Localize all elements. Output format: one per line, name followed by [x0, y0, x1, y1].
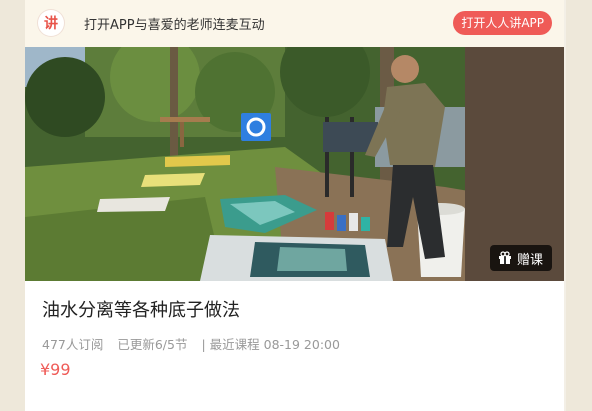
banner-text: 打开APP与喜爱的老师连麦互动 [84, 18, 265, 33]
course-title[interactable]: 油水分离等各种底子做法 [42, 296, 240, 322]
cover-illustration [25, 47, 564, 281]
course-card[interactable]: 讲 打开APP与喜爱的老师连麦互动 打开人人讲APP 赠课 油水分离等各种底子做… [25, 0, 564, 411]
recent-lesson: | 最近课程 08-19 20:00 [201, 337, 340, 352]
app-banner[interactable]: 讲 打开APP与喜爱的老师连麦互动 打开人人讲APP [25, 0, 564, 47]
course-cover-image[interactable]: 赠课 [25, 47, 564, 281]
course-meta: 477人订阅 已更新6/5节 | 最近课程 08-19 20:00 [42, 334, 350, 353]
subscriber-count: 477人订阅 [42, 337, 104, 352]
gift-course-button[interactable]: 赠课 [489, 245, 552, 271]
background-decoration-left [0, 0, 26, 411]
update-status: 已更新6/5节 [117, 337, 188, 352]
app-logo: 讲 [38, 10, 64, 36]
open-app-button[interactable]: 打开人人讲APP [453, 11, 552, 35]
background-decoration-right [566, 0, 592, 411]
course-price: ¥99 [40, 360, 71, 379]
gift-label: 赠课 [516, 252, 543, 268]
gift-icon [498, 251, 511, 264]
